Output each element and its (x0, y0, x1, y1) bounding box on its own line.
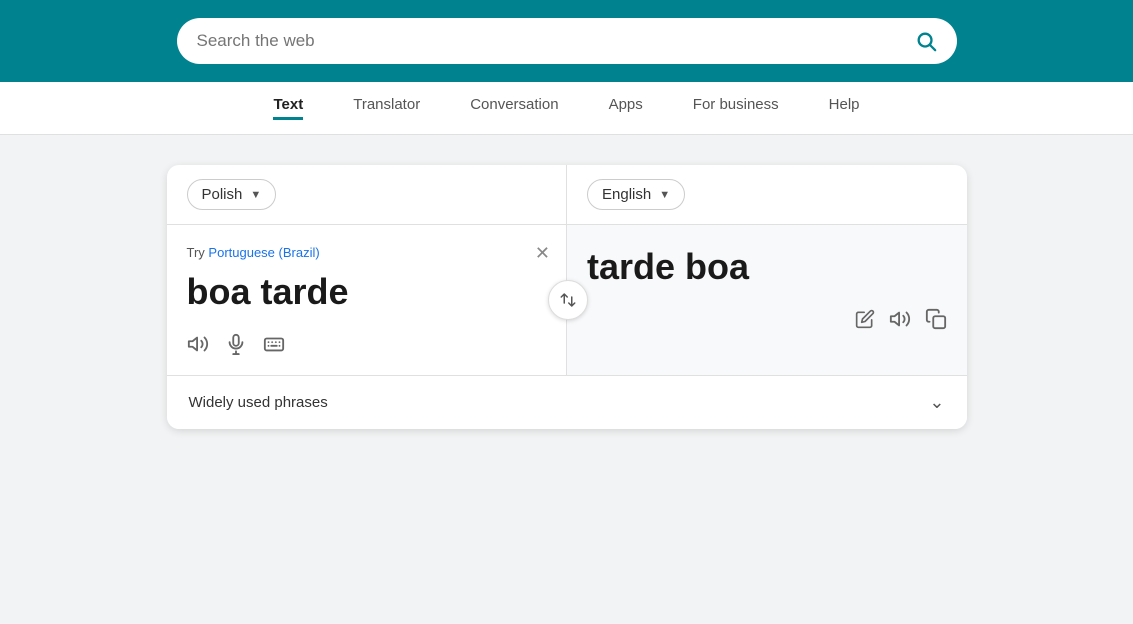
nav-bar: Text Translator Conversation Apps For bu… (0, 82, 1133, 135)
target-icons (587, 308, 947, 330)
copy-icon (925, 308, 947, 330)
source-listen-button[interactable] (187, 333, 209, 355)
source-keyboard-button[interactable] (263, 333, 285, 355)
swap-icon (559, 291, 577, 309)
source-mic-button[interactable] (225, 333, 247, 355)
nav-item-text[interactable]: Text (273, 96, 303, 120)
clear-button[interactable]: ✕ (535, 243, 550, 264)
search-icon (915, 30, 937, 52)
target-listen-button[interactable] (889, 308, 911, 330)
source-lang-label: Polish (202, 186, 243, 203)
target-panel: tarde boa (567, 225, 967, 375)
microphone-icon (225, 333, 247, 355)
target-lang-selector: English ▼ (567, 165, 967, 224)
source-panel: Try Portuguese (Brazil) boa tarde ✕ (167, 225, 568, 375)
nav-item-translator[interactable]: Translator (353, 96, 420, 120)
target-lang-label: English (602, 186, 651, 203)
source-lang-chevron-icon: ▼ (250, 189, 261, 201)
target-copy-button[interactable] (925, 308, 947, 330)
nav-item-apps[interactable]: Apps (609, 96, 643, 120)
pencil-icon (855, 309, 875, 329)
source-lang-dropdown[interactable]: Polish ▼ (187, 179, 277, 210)
search-button[interactable] (915, 30, 937, 52)
nav-item-help[interactable]: Help (829, 96, 860, 120)
search-input[interactable] (197, 31, 905, 51)
main-content: Polish ▼ English ▼ Try Portuguese (Brazi… (0, 135, 1133, 459)
try-suggestion-link[interactable]: Portuguese (Brazil) (208, 245, 319, 260)
search-bar-container (177, 18, 957, 64)
target-edit-button[interactable] (855, 309, 875, 329)
source-lang-selector: Polish ▼ (167, 165, 568, 224)
try-suggestion-row: Try Portuguese (Brazil) (187, 245, 547, 260)
output-text: tarde boa (587, 245, 947, 288)
keyboard-icon (263, 333, 285, 355)
swap-languages-button[interactable] (548, 280, 588, 320)
panels-wrapper: Try Portuguese (Brazil) boa tarde ✕ (167, 225, 967, 375)
language-selector-row: Polish ▼ English ▼ (167, 165, 967, 225)
source-text: boa tarde (187, 270, 547, 313)
source-icons (187, 333, 547, 355)
phrases-row[interactable]: Widely used phrases ⌄ (167, 375, 967, 429)
phrases-label: Widely used phrases (189, 394, 328, 411)
speaker-icon (187, 333, 209, 355)
translator-card: Polish ▼ English ▼ Try Portuguese (Brazi… (167, 165, 967, 429)
target-lang-chevron-icon: ▼ (659, 189, 670, 201)
header (0, 0, 1133, 82)
phrases-chevron-icon: ⌄ (929, 392, 944, 413)
nav-item-conversation[interactable]: Conversation (470, 96, 558, 120)
try-label: Try (187, 245, 205, 260)
nav-item-for-business[interactable]: For business (693, 96, 779, 120)
target-lang-dropdown[interactable]: English ▼ (587, 179, 685, 210)
speaker-output-icon (889, 308, 911, 330)
